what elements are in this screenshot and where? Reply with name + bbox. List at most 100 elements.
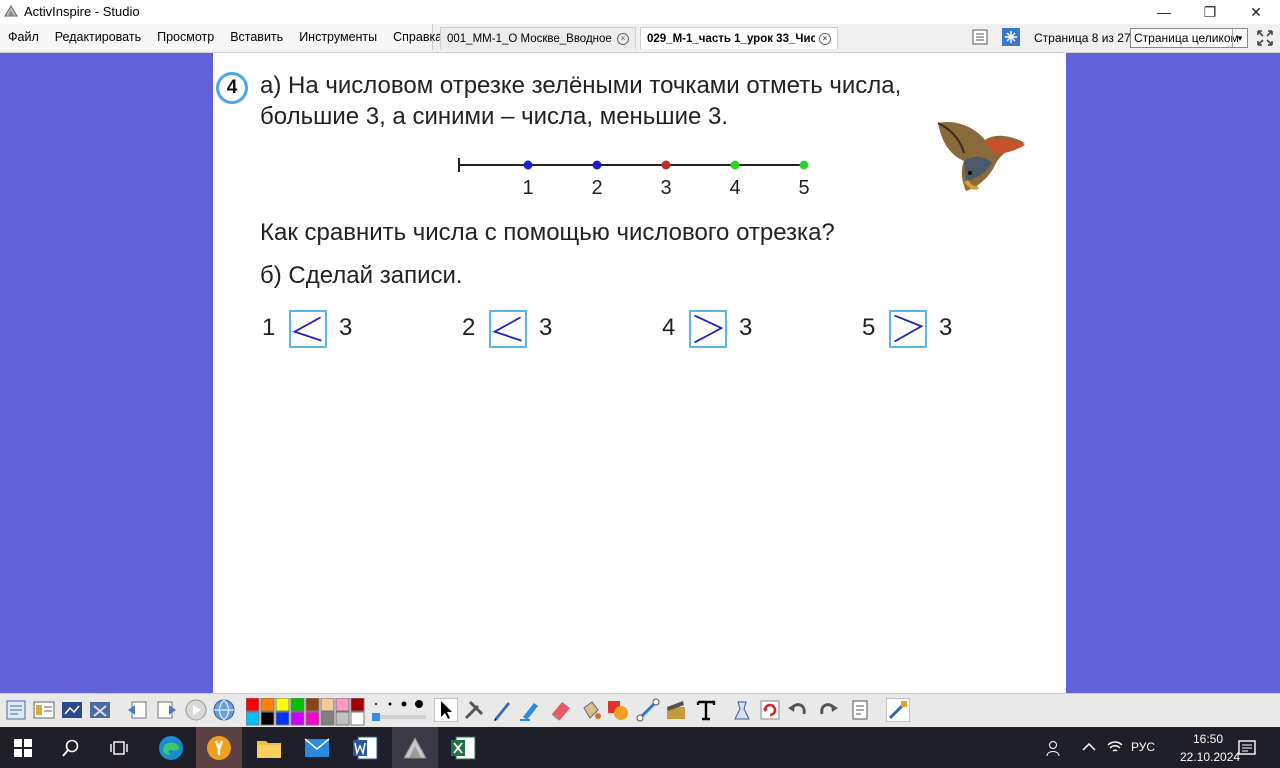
comparison-left: 4: [662, 314, 676, 341]
edge-app[interactable]: [148, 727, 194, 768]
word-icon: [353, 736, 378, 759]
windows-logo-icon: [14, 738, 32, 757]
start-button[interactable]: [0, 727, 46, 768]
next-page-icon[interactable]: [154, 698, 178, 722]
number-line-point[interactable]: [661, 160, 671, 170]
fill-icon[interactable]: [578, 698, 602, 722]
main-menu: Файл Редактировать Просмотр Вставить Инс…: [0, 24, 442, 50]
activinspire-logo-icon: [4, 5, 18, 17]
answer-box-greater[interactable]: [689, 310, 727, 348]
close-window-button[interactable]: ✕: [1233, 0, 1279, 24]
menu-insert[interactable]: Вставить: [222, 30, 291, 44]
menu-tools[interactable]: Инструменты: [291, 30, 385, 44]
tab-close-icon[interactable]: ×: [617, 32, 629, 45]
clear-icon[interactable]: [730, 698, 754, 722]
color-swatch[interactable]: [290, 698, 305, 712]
file-explorer-app[interactable]: [246, 727, 292, 768]
color-swatch[interactable]: [260, 711, 275, 726]
menu-edit[interactable]: Редактировать: [47, 30, 149, 44]
answer-box-less[interactable]: [289, 310, 327, 348]
menu-view[interactable]: Просмотр: [149, 30, 222, 44]
wifi-icon[interactable]: [1106, 739, 1124, 755]
title-bar: ActivInspire - Studio — ❐ ✕: [0, 0, 1280, 24]
notifications-icon[interactable]: [1238, 739, 1256, 757]
people-icon[interactable]: [1044, 739, 1062, 757]
word-app[interactable]: [342, 727, 388, 768]
color-swatch[interactable]: [350, 711, 365, 726]
clapper-icon[interactable]: [664, 698, 688, 722]
search-button[interactable]: [48, 727, 94, 768]
highlighter-icon[interactable]: [518, 698, 542, 722]
number-line-point[interactable]: [592, 160, 602, 170]
folder-icon: [257, 740, 281, 758]
color-palette[interactable]: [246, 698, 366, 726]
fullscreen-icon[interactable]: [1256, 29, 1274, 47]
select-arrow-icon[interactable]: [434, 698, 458, 722]
toolbox-settings-icon[interactable]: [886, 698, 910, 722]
pen-width-slider[interactable]: [370, 698, 430, 722]
shape-icon[interactable]: [606, 698, 630, 722]
color-swatch[interactable]: [246, 698, 260, 712]
chevron-up-icon[interactable]: [1082, 741, 1096, 753]
page-notes-icon[interactable]: [848, 698, 872, 722]
color-swatch[interactable]: [305, 698, 320, 712]
tools-toolbar: [0, 693, 1280, 728]
language-indicator[interactable]: РУС: [1131, 740, 1155, 754]
zoom-value: Страница целиком: [1134, 31, 1239, 45]
color-swatch[interactable]: [290, 711, 305, 726]
minimize-button[interactable]: —: [1141, 0, 1187, 24]
main-menu-icon[interactable]: [4, 698, 28, 722]
play-icon[interactable]: [184, 698, 208, 722]
number-line-point[interactable]: [523, 160, 533, 170]
comparison-right: 3: [339, 314, 353, 341]
color-swatch[interactable]: [305, 711, 320, 726]
color-swatch[interactable]: [320, 698, 335, 712]
reset-page-icon[interactable]: [758, 698, 782, 722]
menu-file[interactable]: Файл: [0, 30, 47, 44]
tools-icon[interactable]: [462, 698, 486, 722]
color-swatch[interactable]: [246, 711, 260, 726]
clock-time[interactable]: 16:50: [1193, 732, 1223, 746]
connector-icon[interactable]: [636, 698, 660, 722]
text-icon[interactable]: [694, 698, 718, 722]
mail-app[interactable]: [294, 727, 340, 768]
tab-flipchart-2[interactable]: 029_М-1_часть 1_урок 33_Чис ×: [640, 27, 838, 49]
number-line-point[interactable]: [799, 160, 809, 170]
answer-box-less[interactable]: [489, 310, 527, 348]
color-swatch[interactable]: [275, 698, 290, 712]
browser-icon[interactable]: [32, 698, 56, 722]
tab-label: 001_ММ-1_О Москве_Вводное зан: [447, 32, 613, 45]
number-line-point[interactable]: [730, 160, 740, 170]
color-swatch[interactable]: [335, 711, 350, 726]
tab-flipchart-1[interactable]: 001_ММ-1_О Москве_Вводное зан ×: [440, 27, 636, 49]
eraser-icon[interactable]: [548, 698, 572, 722]
answer-box-greater[interactable]: [889, 310, 927, 348]
color-swatch[interactable]: [335, 698, 350, 712]
pen-icon[interactable]: [490, 698, 514, 722]
color-swatch[interactable]: [350, 698, 365, 712]
comparison-left: 5: [862, 314, 876, 341]
color-swatch[interactable]: [260, 698, 275, 712]
activinspire-app[interactable]: [392, 727, 438, 768]
excel-app[interactable]: [440, 727, 486, 768]
redo-icon[interactable]: [816, 698, 840, 722]
chevron-down-icon[interactable]: ▾: [1232, 29, 1247, 47]
undo-icon[interactable]: [786, 698, 810, 722]
color-swatch[interactable]: [320, 711, 335, 726]
page-browser-icon[interactable]: [971, 28, 989, 46]
activinspire-icon: [403, 736, 427, 758]
tab-close-icon[interactable]: ×: [819, 32, 831, 45]
yandex-browser-app[interactable]: [196, 727, 242, 768]
dual-user-icon[interactable]: [88, 698, 112, 722]
clock-date[interactable]: 22.10.2024: [1180, 750, 1240, 764]
color-swatch[interactable]: [275, 711, 290, 726]
task-view-button[interactable]: [96, 727, 142, 768]
previous-page-icon[interactable]: [126, 698, 150, 722]
snowflake-icon[interactable]: [1002, 28, 1020, 46]
edge-icon: [159, 735, 183, 760]
desktop-annotate-icon[interactable]: [60, 698, 84, 722]
zoom-select[interactable]: Страница целиком ▾: [1130, 28, 1248, 48]
bird-illustration-icon: [937, 121, 1025, 191]
web-browser-icon[interactable]: [212, 698, 236, 722]
maximize-button[interactable]: ❐: [1187, 0, 1233, 24]
